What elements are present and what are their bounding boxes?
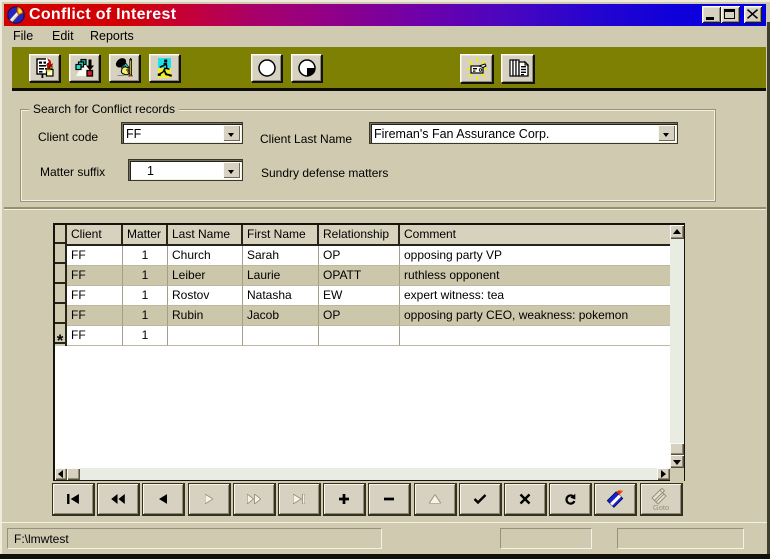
svg-text:Goto: Goto bbox=[653, 503, 669, 512]
